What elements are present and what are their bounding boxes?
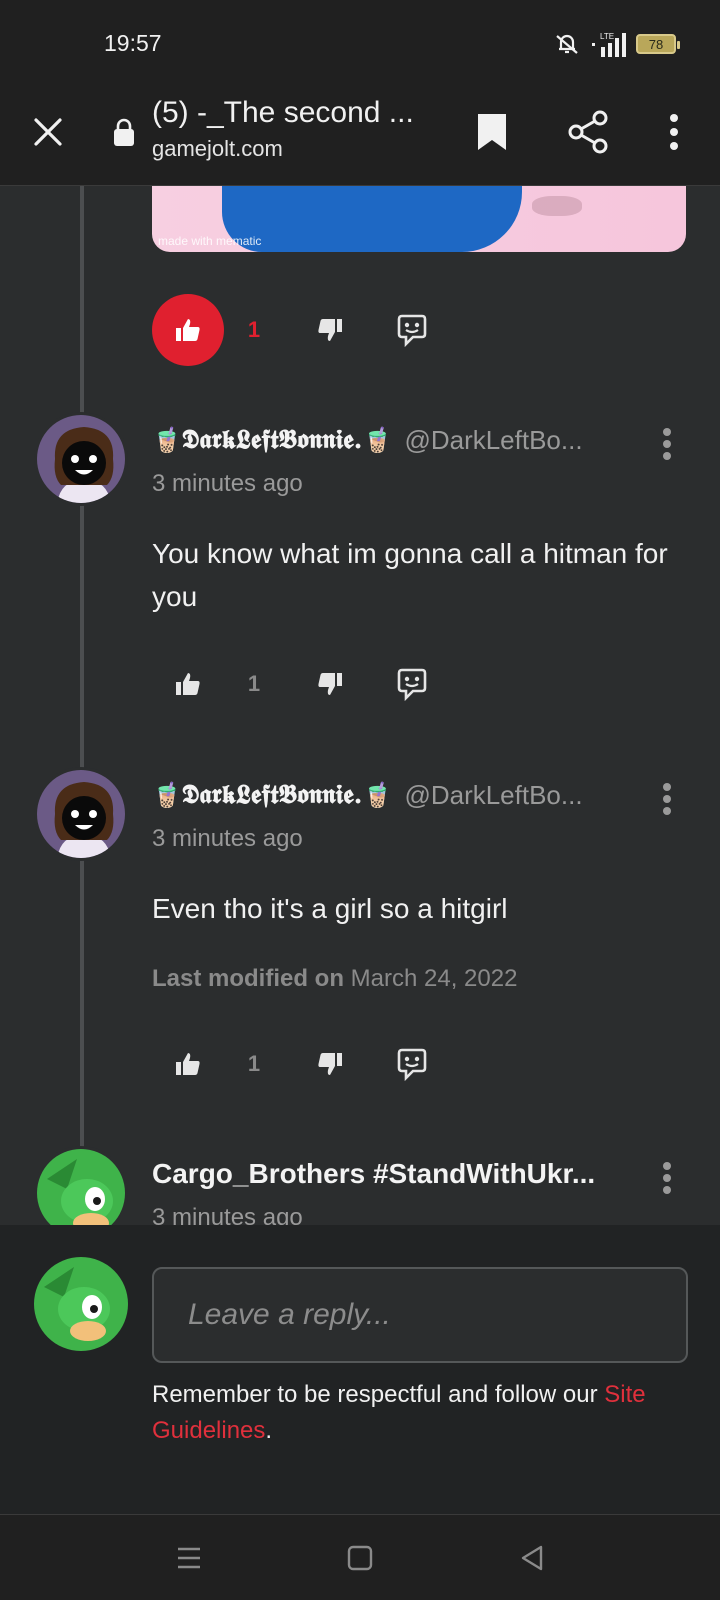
thumbs-up-icon — [176, 673, 200, 695]
media-shadow — [532, 196, 582, 216]
timestamp[interactable]: 3 minutes ago — [152, 470, 303, 498]
battery-icon: 78 — [636, 34, 680, 54]
home-icon[interactable] — [343, 1541, 377, 1575]
comment-text: You know what im gonna call a hitman for… — [152, 538, 668, 612]
media-figure — [222, 186, 522, 252]
guidelines-period: . — [265, 1417, 273, 1444]
reply-input[interactable] — [152, 1267, 688, 1363]
username[interactable]: @DarkLeftBo... — [404, 425, 582, 456]
like-count: 1 — [247, 317, 261, 342]
last-modified: Last modified on March 24, 2022 — [152, 965, 517, 993]
avatar-image — [37, 1149, 125, 1225]
signal-icon: LTE — [592, 32, 626, 57]
thumbs-up-icon — [176, 319, 200, 341]
reply-bubble-icon — [397, 314, 427, 347]
system-nav-bar — [0, 1514, 720, 1600]
reply-button[interactable] — [384, 1036, 440, 1092]
page-url[interactable]: gamejolt.com — [152, 136, 283, 162]
reply-panel: Remember to be respectful and follow our… — [0, 1225, 720, 1515]
like-button[interactable] — [152, 1028, 224, 1100]
comment-options-icon[interactable] — [652, 1158, 682, 1198]
reply-bubble-icon — [397, 1048, 427, 1081]
reply-button[interactable] — [384, 656, 440, 712]
vote-row: 1 — [152, 1028, 440, 1100]
share-icon[interactable] — [566, 108, 610, 156]
comment-header: Cargo_Brothers #StandWithUkr... — [152, 1156, 632, 1192]
timestamp[interactable]: 3 minutes ago — [152, 1204, 303, 1225]
vote-row: 1 — [152, 648, 440, 720]
thumbs-down-icon — [318, 319, 342, 341]
comment-text: Even tho it's a girl so a hitgirl — [152, 893, 508, 924]
dislike-button[interactable] — [302, 1036, 358, 1092]
avatar[interactable] — [34, 412, 128, 506]
avatar-image — [37, 770, 125, 858]
battery-level: 78 — [648, 36, 664, 52]
guidelines-notice: Remember to be respectful and follow our… — [152, 1377, 692, 1449]
timestamp[interactable]: 3 minutes ago — [152, 825, 303, 853]
page-title[interactable]: (5) -_The second ... — [152, 96, 422, 130]
display-name[interactable]: Cargo_Brothers #StandWithUkr... — [152, 1158, 595, 1190]
status-bar: 19:57 LTE 78 — [0, 0, 720, 86]
thumbs-up-icon — [176, 1053, 200, 1075]
browser-toolbar: (5) -_The second ... gamejolt.com — [0, 86, 720, 186]
like-button[interactable] — [152, 294, 224, 366]
guidelines-text: Remember to be respectful and follow our — [152, 1381, 605, 1408]
bookmark-icon[interactable] — [474, 108, 510, 156]
bubble-tea-emoji: 🧋 — [152, 426, 182, 454]
avatar[interactable] — [34, 767, 128, 861]
back-icon[interactable] — [515, 1541, 549, 1575]
comment-options-icon[interactable] — [652, 779, 682, 819]
reply-button[interactable] — [384, 302, 440, 358]
avatar[interactable] — [34, 1146, 128, 1225]
mute-bell-icon — [556, 34, 578, 54]
thumbs-down-icon — [318, 1053, 342, 1075]
comment-media-image[interactable]: made with mematic — [152, 186, 686, 252]
like-count: 1 — [247, 1051, 261, 1076]
comment-options-icon[interactable] — [652, 424, 682, 464]
media-caption: made with mematic — [158, 234, 262, 248]
username[interactable]: @DarkLeftBo... — [404, 780, 582, 811]
reply-bubble-icon — [397, 668, 427, 701]
dislike-button[interactable] — [302, 302, 358, 358]
comment: Cargo_Brothers #StandWithUkr... 3 minute… — [0, 1146, 720, 1225]
status-time: 19:57 — [104, 30, 162, 56]
current-user-avatar — [34, 1257, 128, 1351]
thumbs-down-icon — [318, 673, 342, 695]
like-button[interactable] — [152, 648, 224, 720]
comment-header: 🧋 𝕯𝖆𝖗𝖐𝕷𝖊𝖋𝖙𝕭𝖔𝖓𝖓𝖎𝖊. 🧋 @DarkLeftBo... — [152, 422, 632, 458]
avatar-image — [34, 1257, 128, 1351]
display-name[interactable]: 𝕯𝖆𝖗𝖐𝕷𝖊𝖋𝖙𝕭𝖔𝖓𝖓𝖎𝖊. — [182, 425, 363, 456]
last-modified-date: March 24, 2022 — [350, 965, 518, 992]
comment-header: 🧋 𝕯𝖆𝖗𝖐𝕷𝖊𝖋𝖙𝕭𝖔𝖓𝖓𝖎𝖊. 🧋 @DarkLeftBo... — [152, 777, 632, 813]
bubble-tea-emoji: 🧋 — [362, 781, 393, 809]
status-icons: LTE 78 — [552, 31, 680, 57]
avatar-image — [37, 415, 125, 503]
dislike-button[interactable] — [302, 656, 358, 712]
comment: 🧋 𝕯𝖆𝖗𝖐𝕷𝖊𝖋𝖙𝕭𝖔𝖓𝖓𝖎𝖊. 🧋 @DarkLeftBo... 3 min… — [0, 767, 720, 1067]
svg-text:LTE: LTE — [600, 32, 614, 41]
vote-row: 1 — [152, 294, 440, 366]
bubble-tea-emoji: 🧋 — [152, 781, 182, 809]
recent-apps-icon[interactable] — [172, 1541, 206, 1575]
more-options-icon[interactable] — [654, 108, 694, 156]
display-name[interactable]: 𝕯𝖆𝖗𝖐𝕷𝖊𝖋𝖙𝕭𝖔𝖓𝖓𝖎𝖊. — [182, 780, 363, 811]
last-modified-label: Last modified on — [152, 965, 344, 992]
lock-icon — [114, 118, 134, 146]
close-icon[interactable] — [28, 112, 68, 152]
like-count: 1 — [247, 671, 261, 696]
bubble-tea-emoji: 🧋 — [362, 426, 393, 454]
